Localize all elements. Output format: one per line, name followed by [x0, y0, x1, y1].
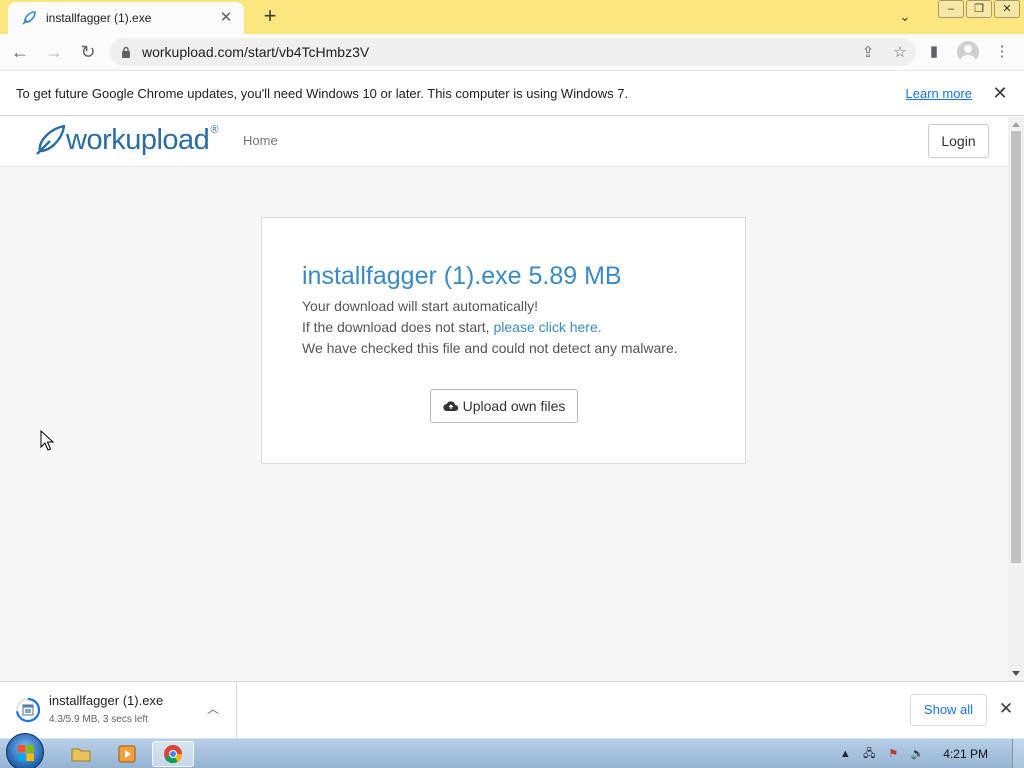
- chrome-icon[interactable]: [152, 741, 194, 767]
- infobar-message: To get future Google Chrome updates, you…: [16, 85, 629, 101]
- minimize-button[interactable]: –: [938, 0, 964, 18]
- mouse-cursor-icon: [40, 430, 55, 451]
- manual-download-suffix: .: [597, 319, 602, 335]
- taskbar-clock[interactable]: 4:21 PM: [943, 747, 988, 761]
- scroll-up-arrow-icon[interactable]: [1012, 122, 1020, 127]
- auto-start-text: Your download will start automatically!: [302, 298, 539, 314]
- nav-home-link[interactable]: Home: [243, 133, 278, 148]
- bookmark-star-icon[interactable]: ☆: [884, 43, 916, 61]
- download-status: 4.3/5.9 MB, 3 secs left: [49, 714, 148, 725]
- upload-button-label: Upload own files: [462, 398, 566, 414]
- manual-download-prefix: If the download does not start,: [302, 319, 494, 335]
- restore-button[interactable]: ❐: [966, 0, 992, 18]
- url-text[interactable]: workupload.com/start/vb4TcHmbz3V: [142, 44, 852, 60]
- workupload-favicon-icon: [20, 9, 38, 27]
- lock-icon[interactable]: [120, 45, 132, 59]
- update-infobar: To get future Google Chrome updates, you…: [0, 70, 1024, 116]
- window-controls: – ❐ ✕: [938, 0, 1020, 18]
- cloud-upload-icon: [442, 401, 458, 412]
- windows-logo-icon: [18, 745, 34, 761]
- file-title: installfagger (1).exe 5.89 MB: [302, 262, 622, 290]
- new-tab-button[interactable]: +: [256, 4, 284, 30]
- explorer-icon[interactable]: [60, 741, 102, 767]
- download-file-name: installfagger (1).exe: [49, 693, 164, 708]
- side-panel-icon[interactable]: ▮: [920, 38, 948, 66]
- login-button[interactable]: Login: [928, 124, 989, 158]
- menu-kebab-icon[interactable]: ⋮: [988, 38, 1016, 66]
- close-window-button[interactable]: ✕: [994, 0, 1020, 18]
- scroll-down-arrow-icon[interactable]: [1012, 671, 1020, 676]
- windows-taskbar: ▲ 🖧 ⚑ 🔈 4:21 PM: [0, 733, 1024, 768]
- infobar-close-icon[interactable]: ✕: [990, 83, 1010, 104]
- page-scrollbar[interactable]: [1008, 117, 1024, 681]
- workupload-logo[interactable]: workupload ®: [34, 123, 218, 157]
- web-page: workupload ® Home Login installfagger (1…: [0, 117, 1008, 681]
- browser-toolbar: ← → ↻ workupload.com/start/vb4TcHmbz3V ⇪…: [0, 34, 1024, 70]
- network-icon[interactable]: 🖧: [860, 746, 878, 762]
- logo-text: workupload: [66, 123, 210, 156]
- download-progress-icon: [16, 697, 40, 723]
- forward-button[interactable]: →: [40, 38, 68, 66]
- download-shelf: installfagger (1).exe 4.3/5.9 MB, 3 secs…: [0, 681, 1024, 738]
- back-button[interactable]: ←: [6, 38, 34, 66]
- scrollbar-thumb[interactable]: [1011, 131, 1021, 563]
- tab-title: installfagger (1).exe: [46, 11, 152, 25]
- logo-rocket-icon: [36, 124, 66, 155]
- learn-more-link[interactable]: Learn more: [906, 86, 972, 101]
- tab-close-icon[interactable]: ✕: [218, 10, 234, 26]
- media-player-icon[interactable]: [106, 741, 148, 767]
- share-icon[interactable]: ⇪: [852, 43, 884, 61]
- show-desktop-button[interactable]: [1012, 739, 1024, 768]
- download-options-chevron-icon[interactable]: ︿: [204, 700, 222, 718]
- download-item[interactable]: installfagger (1).exe 4.3/5.9 MB, 3 secs…: [0, 682, 237, 738]
- download-card: installfagger (1).exe 5.89 MB Your downl…: [261, 217, 746, 464]
- reload-button[interactable]: ↻: [74, 38, 102, 66]
- tab-strip: installfagger (1).exe ✕ + ⌄ – ❐ ✕: [0, 0, 1024, 34]
- tab-search-chevron-icon[interactable]: ⌄: [893, 6, 917, 28]
- show-all-button[interactable]: Show all: [910, 694, 987, 726]
- start-button[interactable]: [6, 733, 44, 768]
- upload-own-files-button[interactable]: Upload own files: [430, 389, 578, 423]
- shelf-close-icon[interactable]: ✕: [997, 699, 1015, 719]
- action-center-flag-icon[interactable]: ⚑: [884, 746, 902, 762]
- malware-check-text: We have checked this file and could not …: [302, 340, 678, 356]
- site-header: workupload ® Home Login: [0, 117, 1008, 167]
- click-here-link[interactable]: please click here: [493, 319, 597, 335]
- browser-tab[interactable]: installfagger (1).exe ✕: [8, 2, 244, 34]
- profile-avatar-icon[interactable]: [957, 41, 979, 63]
- manual-download-text: If the download does not start, please c…: [302, 319, 602, 335]
- logo-registered-mark: ®: [210, 124, 219, 136]
- system-tray: ▲ 🖧 ⚑ 🔈 4:21 PM: [833, 739, 1024, 768]
- tray-expand-arrow-icon[interactable]: ▲: [836, 746, 854, 762]
- volume-icon[interactable]: 🔈: [908, 746, 926, 762]
- toolbar-right: ▮ ⋮: [920, 38, 1016, 66]
- address-bar[interactable]: workupload.com/start/vb4TcHmbz3V ⇪ ☆: [110, 38, 916, 66]
